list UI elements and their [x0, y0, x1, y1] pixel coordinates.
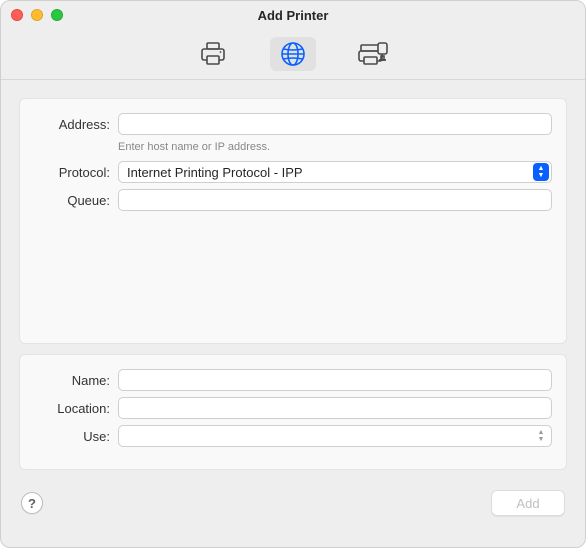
- use-label: Use:: [34, 429, 118, 444]
- zoom-window-button[interactable]: [51, 9, 63, 21]
- window-title: Add Printer: [258, 8, 329, 23]
- protocol-label: Protocol:: [34, 165, 118, 180]
- use-select[interactable]: ▲▼: [118, 425, 552, 447]
- body: Address: Enter host name or IP address. …: [1, 80, 585, 547]
- titlebar: Add Printer: [1, 1, 585, 29]
- footer: ? Add: [19, 490, 567, 516]
- globe-icon: [280, 41, 306, 67]
- address-label: Address:: [34, 117, 118, 132]
- protocol-select[interactable]: Internet Printing Protocol - IPP ▲▼: [118, 161, 552, 183]
- queue-input[interactable]: [118, 189, 552, 211]
- address-input[interactable]: [118, 113, 552, 135]
- printer-icon: [200, 42, 226, 66]
- name-label: Name:: [34, 373, 118, 388]
- window-controls: [11, 9, 63, 21]
- queue-label: Queue:: [34, 193, 118, 208]
- tab-default[interactable]: [190, 37, 236, 71]
- close-window-button[interactable]: [11, 9, 23, 21]
- help-icon: ?: [28, 496, 36, 511]
- add-button-label: Add: [516, 496, 539, 511]
- address-hint: Enter host name or IP address.: [118, 141, 552, 153]
- tab-windows[interactable]: [350, 37, 396, 71]
- protocol-value: Internet Printing Protocol - IPP: [127, 165, 303, 180]
- location-input[interactable]: [118, 397, 552, 419]
- help-button[interactable]: ?: [21, 492, 43, 514]
- updown-icon: ▲▼: [533, 163, 549, 181]
- connection-panel: Address: Enter host name or IP address. …: [19, 98, 567, 344]
- network-printer-icon: [358, 42, 388, 66]
- toolbar: [1, 29, 585, 80]
- add-button[interactable]: Add: [491, 490, 565, 516]
- name-input[interactable]: [118, 369, 552, 391]
- updown-icon: ▲▼: [533, 427, 549, 445]
- location-label: Location:: [34, 401, 118, 416]
- add-printer-window: Add Printer: [0, 0, 586, 548]
- details-panel: Name: Location: Use: ▲▼: [19, 354, 567, 470]
- minimize-window-button[interactable]: [31, 9, 43, 21]
- tab-ip[interactable]: [270, 37, 316, 71]
